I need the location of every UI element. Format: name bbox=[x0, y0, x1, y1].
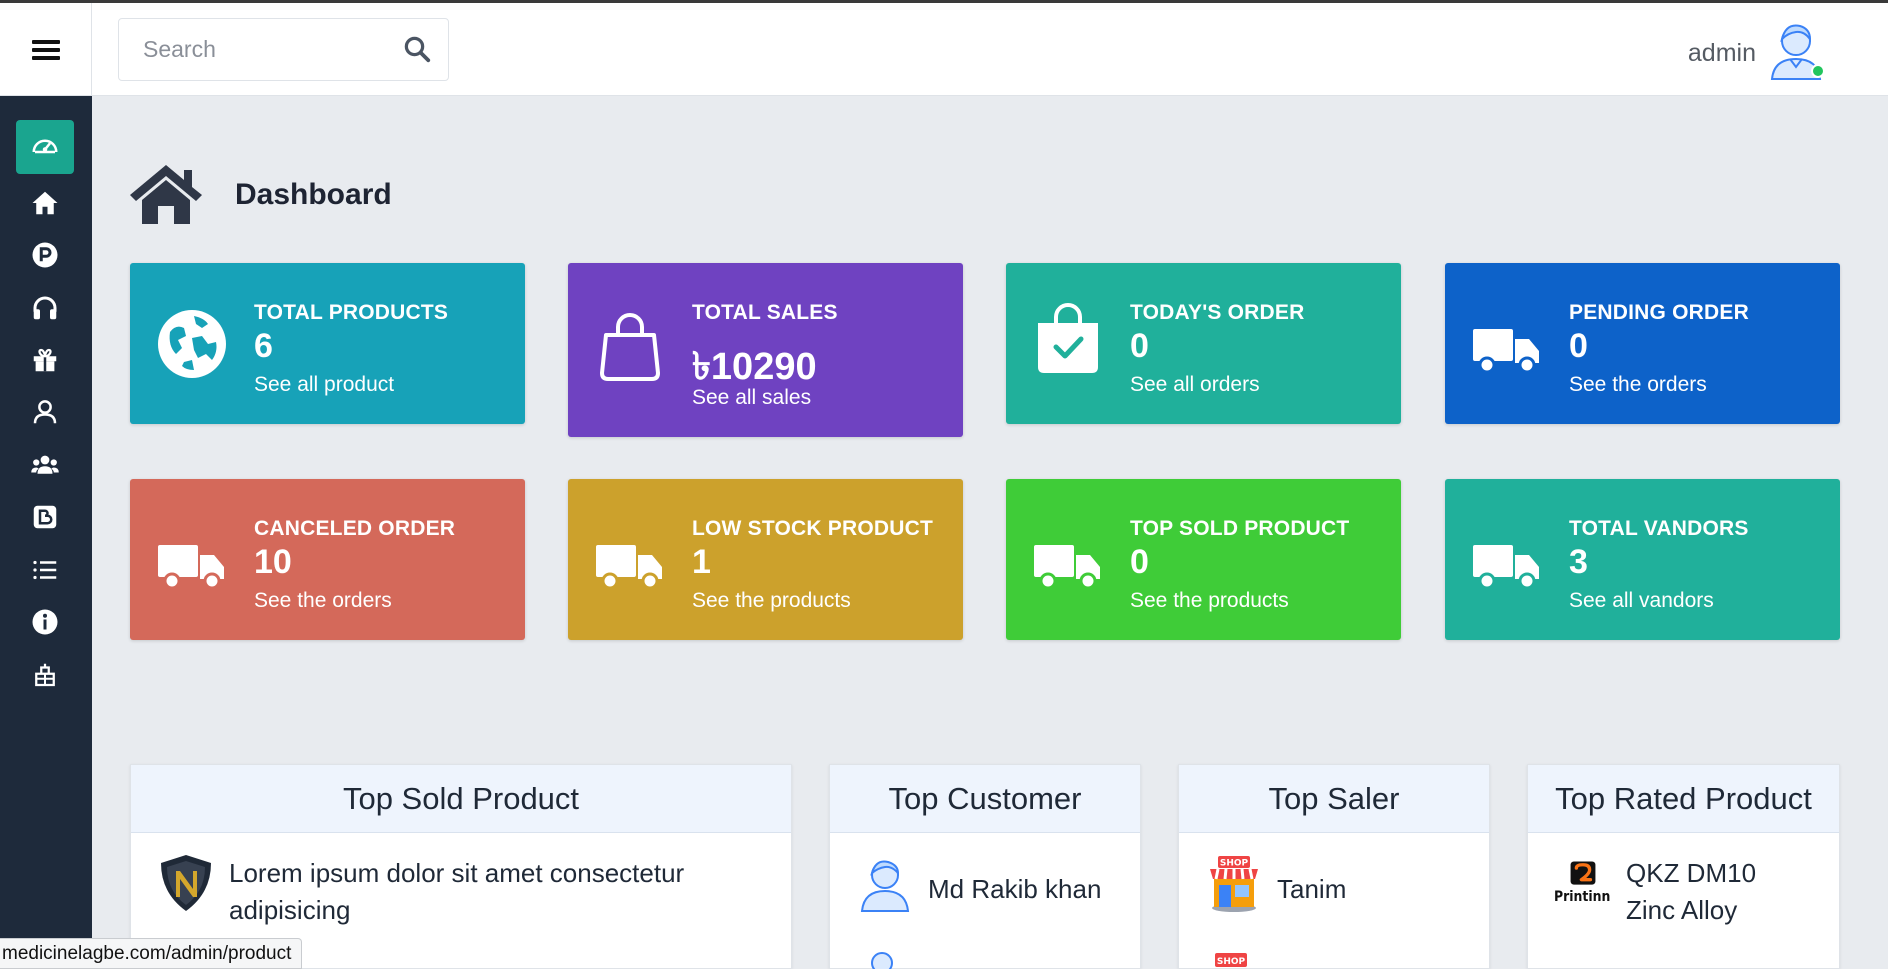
list-icon bbox=[33, 560, 57, 580]
sidebar-item-list[interactable] bbox=[16, 543, 74, 597]
blog-icon bbox=[33, 505, 57, 529]
sidebar-item-user[interactable] bbox=[16, 385, 74, 439]
shield-logo-icon bbox=[161, 855, 211, 911]
sidebar-item-offers[interactable] bbox=[16, 333, 74, 387]
hamburger-menu-button[interactable] bbox=[0, 3, 92, 96]
shop-icon: SHOP bbox=[1215, 953, 1247, 967]
search-box bbox=[118, 18, 449, 81]
panel-title: Top Saler bbox=[1179, 765, 1489, 833]
sidebar-item-users[interactable] bbox=[16, 438, 74, 492]
truck-icon bbox=[158, 545, 224, 590]
card-link[interactable]: See all sales bbox=[692, 386, 811, 410]
sidebar-item-blog[interactable] bbox=[16, 490, 74, 544]
info-icon bbox=[32, 609, 58, 635]
card-title: TOP SOLD PRODUCT bbox=[1130, 517, 1350, 540]
card-pending-order[interactable]: PENDING ORDER 0 See the orders bbox=[1445, 263, 1840, 424]
card-value: 3 bbox=[1569, 543, 1588, 581]
panel-top-rated-product: Top Rated Product Printinn QKZ DM10 Zinc… bbox=[1527, 764, 1840, 969]
top-header: admin bbox=[0, 3, 1888, 96]
bag-check-icon bbox=[1038, 303, 1098, 373]
card-value: 1 bbox=[692, 543, 711, 581]
card-canceled-order[interactable]: CANCELED ORDER 10 See the orders bbox=[130, 479, 525, 640]
panel-top-saler: Top Saler SHOP Tanim SHOP bbox=[1178, 764, 1490, 969]
card-link[interactable]: See the orders bbox=[1569, 373, 1707, 397]
card-title: TOTAL PRODUCTS bbox=[254, 301, 449, 324]
card-link[interactable]: See all vandors bbox=[1569, 589, 1714, 613]
sidebar-item-home[interactable] bbox=[16, 176, 74, 230]
headphones-icon bbox=[33, 296, 57, 320]
window-top-border bbox=[0, 0, 1888, 3]
card-link[interactable]: See the orders bbox=[254, 589, 392, 613]
list-item-text: Md Rakib khan bbox=[928, 874, 1102, 904]
truck-icon bbox=[1473, 545, 1539, 590]
printinn-logo-text: Printinn bbox=[1554, 889, 1610, 905]
card-title: TODAY'S ORDER bbox=[1130, 301, 1305, 324]
shop-icon: SHOP bbox=[1210, 856, 1258, 912]
card-total-sales[interactable]: TOTAL SALES ৳10290 See all sales bbox=[568, 263, 963, 437]
panel-title: Top Customer bbox=[830, 765, 1140, 833]
settings-building-icon bbox=[35, 663, 55, 687]
hamburger-icon bbox=[31, 36, 60, 64]
list-item[interactable]: Lorem ipsum dolor sit amet consectetur a… bbox=[131, 845, 791, 925]
card-total-products[interactable]: TOTAL PRODUCTS 6 See all product bbox=[130, 263, 525, 424]
product-p-icon bbox=[32, 242, 58, 268]
truck-icon bbox=[1473, 329, 1539, 374]
globe-icon bbox=[158, 310, 226, 378]
card-link[interactable]: See the products bbox=[692, 589, 851, 613]
card-value: 6 bbox=[254, 327, 273, 365]
shopping-bag-icon bbox=[600, 313, 660, 381]
card-title: TOTAL SALES bbox=[692, 301, 838, 324]
card-value: 10 bbox=[254, 543, 292, 581]
card-title: LOW STOCK PRODUCT bbox=[692, 517, 934, 540]
svg-text:SHOP: SHOP bbox=[1217, 957, 1246, 967]
avatar[interactable] bbox=[1766, 17, 1830, 81]
home-icon bbox=[130, 165, 202, 224]
search-icon[interactable] bbox=[402, 34, 432, 64]
card-total-vandors[interactable]: TOTAL VANDORS 3 See all vandors bbox=[1445, 479, 1840, 640]
printinn-logo-icon: Printinn bbox=[1554, 861, 1610, 905]
home-icon bbox=[32, 191, 58, 215]
card-value: 0 bbox=[1130, 327, 1149, 365]
card-title: TOTAL VANDORS bbox=[1569, 517, 1749, 540]
online-status-dot bbox=[1811, 64, 1825, 78]
user-name[interactable]: admin bbox=[1688, 39, 1756, 68]
card-value: 0 bbox=[1130, 543, 1149, 581]
page-title: Dashboard bbox=[235, 178, 392, 211]
list-item[interactable]: SHOP Tanim bbox=[1179, 845, 1489, 925]
panel-top-customer: Top Customer Md Rakib khan bbox=[829, 764, 1141, 969]
list-item-text: QKZ DM10 Zinc Alloy bbox=[1626, 858, 1757, 925]
card-link[interactable]: See all product bbox=[254, 373, 394, 397]
card-link[interactable]: See the products bbox=[1130, 589, 1289, 613]
person-avatar-icon bbox=[871, 952, 893, 969]
list-item-text: Tanim bbox=[1277, 874, 1347, 904]
dashboard-gauge-icon bbox=[32, 139, 58, 154]
person-avatar-icon bbox=[860, 860, 910, 912]
sidebar-item-info[interactable] bbox=[16, 595, 74, 649]
sidebar-item-support[interactable] bbox=[16, 281, 74, 335]
svg-text:SHOP: SHOP bbox=[1220, 859, 1249, 869]
list-item[interactable]: Md Rakib khan bbox=[830, 845, 1140, 925]
list-item-text: Lorem ipsum dolor sit amet consectetur a… bbox=[229, 858, 685, 925]
sidebar bbox=[0, 96, 92, 969]
user-icon bbox=[33, 400, 57, 424]
card-top-sold-product[interactable]: TOP SOLD PRODUCT 0 See the products bbox=[1006, 479, 1401, 640]
gift-icon bbox=[33, 348, 57, 372]
sidebar-item-dashboard[interactable] bbox=[16, 120, 74, 174]
card-link[interactable]: See all orders bbox=[1130, 373, 1260, 397]
truck-icon bbox=[596, 545, 662, 590]
users-group-icon bbox=[31, 455, 59, 474]
card-todays-order[interactable]: TODAY'S ORDER 0 See all orders bbox=[1006, 263, 1401, 424]
sidebar-item-settings[interactable] bbox=[16, 648, 74, 702]
sidebar-item-products[interactable] bbox=[16, 228, 74, 282]
browser-status-url: medicinelagbe.com/admin/product bbox=[0, 938, 303, 969]
card-title: CANCELED ORDER bbox=[254, 517, 456, 540]
panel-title: Top Rated Product bbox=[1528, 765, 1839, 833]
panel-title: Top Sold Product bbox=[131, 765, 791, 833]
list-item[interactable]: Printinn QKZ DM10 Zinc Alloy bbox=[1528, 845, 1839, 925]
card-value: 0 bbox=[1569, 327, 1588, 365]
search-input[interactable] bbox=[119, 19, 389, 80]
truck-icon bbox=[1034, 545, 1100, 590]
card-title: PENDING ORDER bbox=[1569, 301, 1749, 324]
card-low-stock-product[interactable]: LOW STOCK PRODUCT 1 See the products bbox=[568, 479, 963, 640]
